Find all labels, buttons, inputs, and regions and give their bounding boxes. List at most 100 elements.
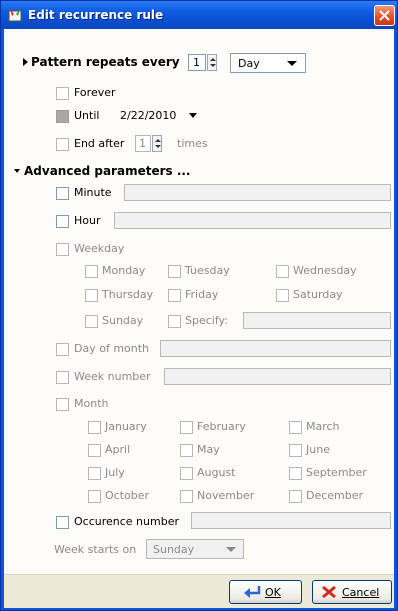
november-checkbox[interactable] bbox=[180, 490, 193, 503]
dialog-window: Edit recurrence rule Pattern repeats eve… bbox=[0, 0, 398, 611]
march-checkbox[interactable] bbox=[289, 421, 302, 434]
december-label: December bbox=[306, 489, 364, 502]
until-date-value[interactable]: 2/22/2010 bbox=[120, 109, 176, 122]
day-of-month-field[interactable] bbox=[160, 340, 391, 357]
stepper-down-icon bbox=[155, 145, 161, 148]
pattern-interval-stepper[interactable] bbox=[207, 54, 217, 71]
friday-checkbox[interactable] bbox=[168, 289, 181, 302]
monday-checkbox[interactable] bbox=[85, 265, 98, 278]
occurence-number-checkbox[interactable] bbox=[56, 516, 69, 529]
end-after-input[interactable]: 1 bbox=[135, 135, 151, 152]
date-dropdown-icon[interactable] bbox=[189, 113, 197, 118]
chevron-down-icon bbox=[226, 547, 236, 552]
october-checkbox[interactable] bbox=[88, 490, 101, 503]
specify-label: Specify: bbox=[185, 314, 228, 327]
wednesday-label: Wednesday bbox=[293, 264, 357, 277]
app-icon bbox=[8, 9, 22, 22]
saturday-checkbox[interactable] bbox=[276, 289, 289, 302]
thursday-checkbox[interactable] bbox=[85, 289, 98, 302]
pattern-unit-value: Day bbox=[238, 57, 260, 70]
cancel-x-icon bbox=[322, 585, 336, 599]
june-label: June bbox=[306, 443, 330, 456]
button-bar: OK Cancel bbox=[4, 574, 394, 608]
window-title: Edit recurrence rule bbox=[28, 8, 164, 22]
ok-arrow-icon bbox=[244, 586, 261, 598]
september-checkbox[interactable] bbox=[289, 467, 302, 480]
times-label: times bbox=[177, 137, 208, 150]
day-of-month-label: Day of month bbox=[74, 342, 150, 355]
hour-checkbox[interactable] bbox=[56, 215, 69, 228]
chevron-down-icon bbox=[287, 61, 297, 66]
august-checkbox[interactable] bbox=[180, 467, 193, 480]
minute-field[interactable] bbox=[124, 184, 391, 201]
week-starts-label: Week starts on bbox=[54, 543, 137, 556]
forever-label: Forever bbox=[74, 86, 116, 99]
occurence-number-field[interactable] bbox=[191, 512, 391, 529]
end-after-stepper[interactable] bbox=[152, 135, 162, 152]
june-checkbox[interactable] bbox=[289, 444, 302, 457]
week-number-checkbox[interactable] bbox=[56, 371, 69, 384]
stepper-up-icon bbox=[155, 139, 161, 142]
pattern-interval-input[interactable]: 1 bbox=[188, 54, 206, 71]
cancel-label: Cancel bbox=[342, 586, 380, 599]
march-label: March bbox=[306, 420, 340, 433]
cancel-button[interactable]: Cancel bbox=[312, 580, 392, 604]
until-radio[interactable] bbox=[56, 110, 69, 123]
hour-label: Hour bbox=[74, 214, 101, 227]
wednesday-checkbox[interactable] bbox=[276, 265, 289, 278]
september-label: September bbox=[306, 466, 367, 479]
week-number-label: Week number bbox=[74, 370, 151, 383]
saturday-label: Saturday bbox=[293, 288, 343, 301]
sunday-checkbox[interactable] bbox=[85, 315, 98, 328]
december-checkbox[interactable] bbox=[289, 490, 302, 503]
minute-checkbox[interactable] bbox=[56, 187, 69, 200]
pattern-unit-select[interactable]: Day bbox=[230, 53, 306, 73]
week-starts-value: Sunday bbox=[153, 543, 195, 556]
forever-radio[interactable] bbox=[56, 87, 69, 100]
weekday-checkbox[interactable] bbox=[56, 243, 69, 256]
specify-checkbox[interactable] bbox=[168, 315, 181, 328]
january-label: January bbox=[105, 420, 147, 433]
occurence-number-label: Occurence number bbox=[74, 515, 179, 528]
advanced-collapse-icon[interactable] bbox=[14, 169, 20, 173]
end-after-radio[interactable] bbox=[56, 138, 69, 151]
tuesday-checkbox[interactable] bbox=[168, 265, 181, 278]
january-checkbox[interactable] bbox=[88, 421, 101, 434]
april-checkbox[interactable] bbox=[88, 444, 101, 457]
stepper-up-icon bbox=[210, 58, 216, 61]
week-starts-select[interactable]: Sunday bbox=[146, 539, 244, 559]
day-of-month-checkbox[interactable] bbox=[56, 343, 69, 356]
end-after-label: End after bbox=[74, 137, 125, 150]
ok-label: OK bbox=[265, 586, 281, 599]
title-bar[interactable]: Edit recurrence rule bbox=[1, 1, 397, 29]
tuesday-label: Tuesday bbox=[185, 264, 230, 277]
end-after-value: 1 bbox=[139, 137, 146, 150]
february-label: February bbox=[197, 420, 246, 433]
stepper-down-icon bbox=[210, 64, 216, 67]
august-label: August bbox=[197, 466, 236, 479]
weekday-label: Weekday bbox=[74, 242, 125, 255]
dialog-content: Pattern repeats every 1 Day Forever Unti… bbox=[4, 29, 394, 608]
may-checkbox[interactable] bbox=[180, 444, 193, 457]
minute-label: Minute bbox=[74, 186, 112, 199]
thursday-label: Thursday bbox=[102, 288, 154, 301]
april-label: April bbox=[105, 443, 131, 456]
monday-label: Monday bbox=[102, 264, 146, 277]
hour-field[interactable] bbox=[114, 212, 391, 229]
close-icon bbox=[379, 10, 390, 21]
july-checkbox[interactable] bbox=[88, 467, 101, 480]
week-number-field[interactable] bbox=[164, 368, 391, 385]
february-checkbox[interactable] bbox=[180, 421, 193, 434]
close-button[interactable] bbox=[374, 5, 395, 26]
july-label: July bbox=[105, 466, 125, 479]
october-label: October bbox=[105, 489, 150, 502]
specify-field[interactable] bbox=[243, 312, 391, 329]
sunday-label: Sunday bbox=[102, 314, 144, 327]
advanced-label[interactable]: Advanced parameters ... bbox=[24, 164, 191, 178]
friday-label: Friday bbox=[185, 288, 219, 301]
pattern-expand-icon[interactable] bbox=[23, 58, 28, 66]
may-label: May bbox=[197, 443, 220, 456]
ok-button[interactable]: OK bbox=[229, 580, 302, 604]
month-checkbox[interactable] bbox=[56, 398, 69, 411]
pattern-interval-value: 1 bbox=[193, 56, 200, 69]
